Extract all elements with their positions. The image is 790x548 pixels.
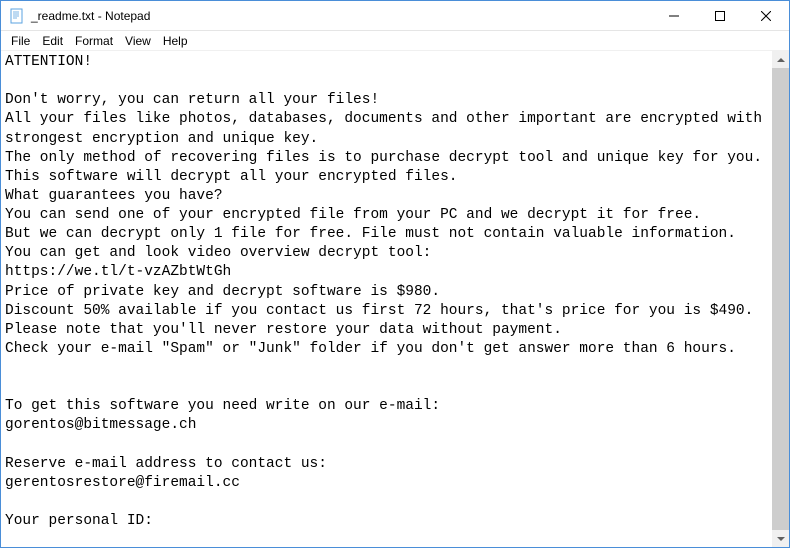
- close-button[interactable]: [743, 1, 789, 30]
- window-controls: [651, 1, 789, 30]
- maximize-button[interactable]: [697, 1, 743, 30]
- menu-view[interactable]: View: [119, 33, 157, 49]
- scroll-up-arrow-icon[interactable]: [772, 51, 789, 68]
- scroll-thumb[interactable]: [772, 68, 789, 530]
- titlebar-left: _readme.txt - Notepad: [1, 8, 150, 24]
- vertical-scrollbar[interactable]: [772, 51, 789, 547]
- minimize-button[interactable]: [651, 1, 697, 30]
- menubar: File Edit Format View Help: [1, 31, 789, 51]
- menu-file[interactable]: File: [5, 33, 36, 49]
- menu-edit[interactable]: Edit: [36, 33, 69, 49]
- scroll-down-arrow-icon[interactable]: [772, 530, 789, 547]
- menu-format[interactable]: Format: [69, 33, 119, 49]
- text-editor-content[interactable]: ATTENTION! Don't worry, you can return a…: [1, 51, 789, 547]
- window-titlebar: _readme.txt - Notepad: [1, 1, 789, 31]
- notepad-icon: [9, 8, 25, 24]
- window-title: _readme.txt - Notepad: [31, 9, 150, 23]
- menu-help[interactable]: Help: [157, 33, 194, 49]
